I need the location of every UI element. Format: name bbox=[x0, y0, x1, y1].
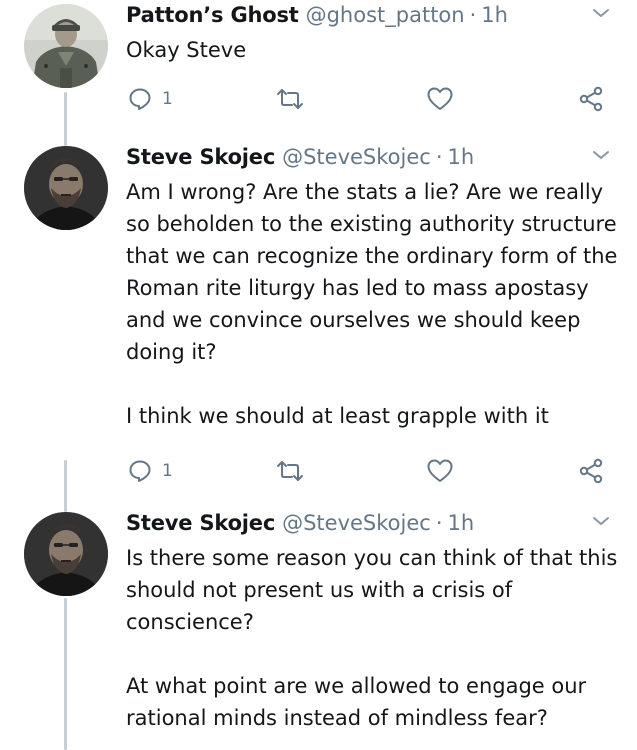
timestamp[interactable]: 1h bbox=[481, 0, 508, 30]
share-button[interactable] bbox=[578, 456, 604, 486]
share-icon bbox=[579, 458, 603, 484]
tweet-paragraph: Is there some reason you can think of th… bbox=[126, 546, 618, 634]
reply-icon bbox=[129, 88, 151, 110]
user-handle[interactable]: @SteveSkojec bbox=[282, 142, 431, 172]
like-button[interactable] bbox=[426, 456, 454, 486]
reply-icon bbox=[129, 460, 151, 482]
thread-line bbox=[64, 92, 67, 146]
user-handle[interactable]: @SteveSkojec bbox=[282, 508, 431, 538]
separator-dot: · bbox=[469, 3, 477, 27]
like-button[interactable] bbox=[426, 84, 454, 114]
retweet-icon bbox=[277, 461, 303, 481]
chevron-down-icon[interactable] bbox=[591, 148, 611, 162]
tweet-thread: Patton’s Ghost @ghost_patton · 1h Okay S… bbox=[0, 0, 637, 750]
user-handle[interactable]: @ghost_patton bbox=[306, 0, 465, 30]
tweet-paragraph: I think we should at least grapple with … bbox=[126, 404, 549, 428]
separator-dot: · bbox=[435, 145, 443, 169]
avatar[interactable] bbox=[24, 4, 108, 88]
display-name[interactable]: Steve Skojec bbox=[126, 142, 275, 172]
reply-count: 1 bbox=[162, 461, 173, 481]
tweet-text: Okay Steve bbox=[126, 34, 621, 66]
tweet-header: Patton’s Ghost @ghost_patton · 1h bbox=[126, 0, 621, 30]
thread-line bbox=[64, 460, 67, 512]
heart-icon bbox=[427, 87, 453, 110]
retweet-icon bbox=[277, 89, 303, 109]
chevron-down-icon[interactable] bbox=[591, 6, 611, 20]
tweet-text: Is there some reason you can think of th… bbox=[126, 542, 621, 734]
tweet-header: Steve Skojec @SteveSkojec · 1h bbox=[126, 142, 621, 172]
separator-dot: · bbox=[435, 511, 443, 535]
share-icon bbox=[579, 86, 603, 112]
avatar[interactable] bbox=[24, 146, 108, 230]
tweet-header: Steve Skojec @SteveSkojec · 1h bbox=[126, 508, 621, 538]
bearded-man-photo-icon bbox=[24, 512, 108, 596]
reply-button[interactable]: 1 bbox=[128, 84, 173, 114]
timestamp[interactable]: 1h bbox=[448, 508, 475, 538]
avatar[interactable] bbox=[24, 512, 108, 596]
reply-count: 1 bbox=[162, 89, 173, 109]
tweet-actions: 1 bbox=[126, 84, 613, 114]
thread-line bbox=[64, 598, 67, 750]
display-name[interactable]: Steve Skojec bbox=[126, 508, 275, 538]
soldier-photo-icon bbox=[24, 4, 108, 88]
tweet-text: Am I wrong? Are the stats a lie? Are we … bbox=[126, 176, 621, 432]
heart-icon bbox=[427, 459, 453, 482]
retweet-button[interactable] bbox=[276, 84, 304, 114]
tweet-paragraph: Okay Steve bbox=[126, 38, 247, 62]
chevron-down-icon[interactable] bbox=[591, 514, 611, 528]
reply-button[interactable]: 1 bbox=[128, 456, 173, 486]
tweet-actions: 1 bbox=[126, 456, 613, 486]
bearded-man-photo-icon bbox=[24, 146, 108, 230]
timestamp[interactable]: 1h bbox=[448, 142, 475, 172]
display-name[interactable]: Patton’s Ghost bbox=[126, 0, 299, 30]
retweet-button[interactable] bbox=[276, 456, 304, 486]
share-button[interactable] bbox=[578, 84, 604, 114]
tweet-paragraph: Am I wrong? Are the stats a lie? Are we … bbox=[126, 180, 618, 364]
tweet-paragraph: At what point are we allowed to engage o… bbox=[126, 674, 587, 730]
